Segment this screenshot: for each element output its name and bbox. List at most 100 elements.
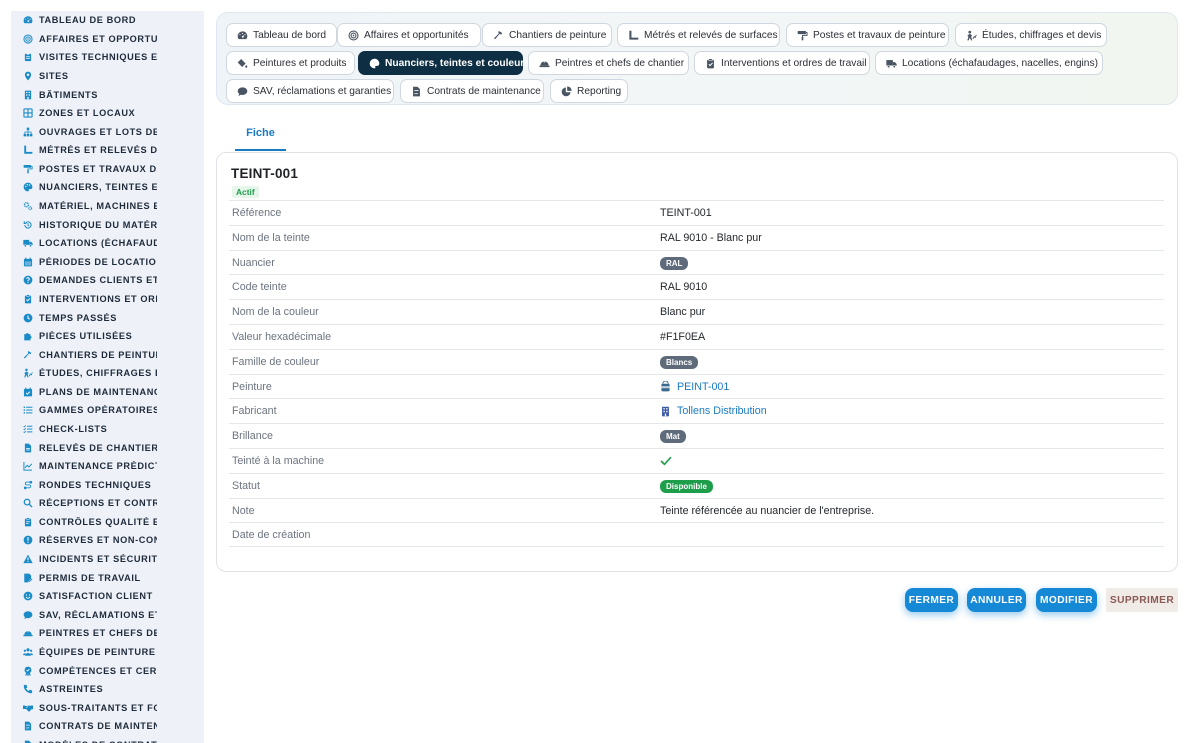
tab-locations-echafaudages-nacelles-engins[interactable]: Locations (échafaudages, nacelles, engin… — [875, 51, 1103, 75]
tab-label: Affaires et opportunités — [364, 29, 469, 41]
field-value: #F1F0EA — [660, 330, 706, 343]
sidebar-item-controles-qualite-et-essais[interactable]: Contrôles qualité et essais — [11, 513, 204, 532]
sidebar-item-label: Affaires et opportunités — [39, 33, 157, 44]
sidebar-item-affaires-et-opportunites[interactable]: Affaires et opportunités — [11, 30, 204, 49]
field-label: Référence — [232, 207, 282, 219]
sidebar-item-demandes-clients-et-interventions[interactable]: Demandes clients et interventions — [11, 271, 204, 290]
tab-affaires-et-opportunites[interactable]: Affaires et opportunités — [337, 23, 481, 47]
sidebar-item-label: Réserves et non-conformités — [39, 535, 157, 546]
sidebar-item-label: Check-lists — [39, 424, 108, 434]
sidebar-item-zones-et-locaux[interactable]: Zones et locaux — [11, 104, 204, 123]
field-label: Teinté à la machine — [232, 454, 325, 467]
sidebar-item-label: Bâtiments — [39, 89, 98, 100]
tab-label: Peintres et chefs de chantier — [555, 57, 685, 69]
sidebar-item-etudes-chiffrages-et-devis[interactable]: Études, chiffrages et devis — [11, 364, 204, 383]
sidebar-item-metres-et-releves-de-surfaces[interactable]: Métrés et relevés de surfaces — [11, 141, 204, 160]
helmet-icon — [23, 628, 33, 638]
tab-sav-reclamations-et-garanties[interactable]: SAV, réclamations et garanties — [226, 79, 394, 103]
sidebar-item-competences-et-certifications[interactable]: Compétences et certifications — [11, 661, 204, 680]
clipboard-icon — [23, 52, 33, 62]
sidebar-item-peintres-et-chefs-de-chantier[interactable]: Peintres et chefs de chantier — [11, 624, 204, 643]
field-label: Valeur hexadécimale — [232, 330, 332, 343]
sidebar-item-chantiers-de-peinture[interactable]: Chantiers de peinture — [11, 345, 204, 364]
sidebar-item-astreintes[interactable]: Astreintes — [11, 680, 204, 699]
tab-tableau-de-bord[interactable]: Tableau de bord — [226, 23, 337, 47]
field-value: Tollens Distribution — [660, 405, 767, 417]
sidebar-item-check-lists[interactable]: Check-lists — [11, 420, 204, 439]
sidebar-item-permis-de-travail[interactable]: Permis de travail — [11, 568, 204, 587]
sidebar-item-visites-techniques-et-diagnostics[interactable]: Visites techniques et diagnostics — [11, 48, 204, 67]
sidebar-item-label: Équipes de peinture — [39, 646, 156, 657]
sidebar-item-locations-echafaudages-nacelles-engins[interactable]: Locations (échafaudages, nacelles, engin… — [11, 234, 204, 253]
tab-nuanciers-teintes-et-couleurs[interactable]: Nuanciers, teintes et couleurs — [358, 51, 530, 75]
sidebar-item-satisfaction-client[interactable]: Satisfaction client — [11, 587, 204, 606]
sidebar-item-reserves-et-non-conformites[interactable]: Réserves et non-conformités — [11, 531, 204, 550]
sidebar-item-equipes-de-peinture[interactable]: Équipes de peinture — [11, 643, 204, 662]
tab-contrats-de-maintenance[interactable]: Contrats de maintenance — [400, 79, 544, 103]
sidebar-item-ouvrages-et-lots-de-travaux[interactable]: Ouvrages et lots de travaux — [11, 122, 204, 141]
sidebar-item-periodes-de-location[interactable]: Périodes de location — [11, 253, 204, 272]
tab-metres-et-releves-de-surfaces[interactable]: Métrés et relevés de surfaces — [617, 23, 780, 47]
tab-postes-et-travaux-de-peinture[interactable]: Postes et travaux de peinture — [786, 23, 949, 47]
sidebar-item-maintenance-predictive[interactable]: Maintenance prédictive — [11, 457, 204, 476]
field-row-nom-de-la-couleur: Nom de la couleur Blanc pur — [229, 299, 1164, 324]
related-record-link[interactable]: PEINT-001 — [660, 381, 729, 393]
sidebar-item-interventions-et-ordres-de-travail[interactable]: Interventions et ordres de travail — [11, 290, 204, 309]
field-row-statut: Statut Disponible — [229, 472, 1164, 498]
sidebar-item-temps-passes[interactable]: Temps passés — [11, 308, 204, 327]
building-icon — [660, 406, 671, 417]
sidebar-item-gammes-operatoires[interactable]: Gammes opératoires — [11, 401, 204, 420]
related-record-link[interactable]: Tollens Distribution — [660, 405, 767, 417]
pie-chart-icon — [561, 85, 572, 97]
tab-peintres-et-chefs-de-chantier[interactable]: Peintres et chefs de chantier — [528, 51, 689, 75]
sidebar-item-sous-traitants-et-fournisseurs[interactable]: Sous-traitants et fournisseurs — [11, 698, 204, 717]
sidebar-item-pieces-utilisees[interactable]: Pièces utilisées — [11, 327, 204, 346]
sidebar-item-contrats-de-maintenance[interactable]: Contrats de maintenance — [11, 717, 204, 736]
sidebar-item-label: Nuanciers, teintes et couleurs — [39, 182, 157, 193]
tab-chantiers-de-peinture[interactable]: Chantiers de peinture — [482, 23, 612, 47]
smile-icon — [23, 591, 33, 601]
sidebar-item-receptions-et-controles[interactable]: Réceptions et contrôles — [11, 494, 204, 513]
delete-button[interactable]: Supprimer — [1106, 588, 1178, 612]
tab-etudes-chiffrages-et-devis[interactable]: Études, chiffrages et devis — [955, 23, 1107, 47]
sidebar-item-plans-de-maintenance[interactable]: Plans de maintenance — [11, 383, 204, 402]
sidebar-item-label: Postes et travaux de peinture — [39, 163, 157, 174]
sidebar-item-label: Temps passés — [39, 312, 117, 323]
sidebar-item-sav-reclamations-et-garanties[interactable]: SAV, réclamations et garanties — [11, 606, 204, 625]
sidebar-item-label: Zones et locaux — [39, 108, 136, 119]
sidebar-item-label: Périodes de location — [39, 256, 157, 267]
sidebar-item-label: Incidents et sécurité — [39, 554, 157, 565]
sidebar-item-label: Réceptions et contrôles — [39, 498, 157, 509]
tab-interventions-et-ordres-de-travail[interactable]: Interventions et ordres de travail — [694, 51, 870, 75]
close-button[interactable]: Fermer — [905, 588, 958, 612]
sidebar-item-sites[interactable]: Sites — [11, 67, 204, 86]
puzzle-icon — [23, 331, 33, 341]
route-icon — [23, 480, 33, 490]
cancel-button[interactable]: Annuler — [967, 588, 1026, 612]
sidebar-item-tableau-de-bord[interactable]: Tableau de bord — [11, 11, 204, 30]
tab-fiche[interactable]: Fiche — [235, 121, 286, 151]
sidebar-item-rondes-techniques[interactable]: Rondes techniques — [11, 475, 204, 494]
sidebar-item-postes-et-travaux-de-peinture[interactable]: Postes et travaux de peinture — [11, 160, 204, 179]
sidebar-item-incidents-et-securite[interactable]: Incidents et sécurité — [11, 550, 204, 569]
sidebar-item-historique-du-materiel[interactable]: Historique du matériel — [11, 215, 204, 234]
sidebar-item-modeles-de-contrats[interactable]: Modèles de contrats — [11, 736, 204, 743]
sidebar-item-label: Locations (échafaudages, nacelles, engin… — [39, 238, 157, 249]
clipboard-check-icon — [23, 294, 33, 304]
sidebar-item-label: Demandes clients et interventions — [39, 275, 157, 286]
truck-icon — [886, 58, 897, 69]
palette-icon — [369, 58, 380, 69]
tab-peintures-et-produits[interactable]: Peintures et produits — [226, 51, 355, 75]
tab-label: Chantiers de peinture — [509, 29, 607, 41]
line-chart-icon — [23, 461, 33, 471]
tab-label: Peintures et produits — [253, 57, 347, 69]
sidebar-item-materiel-machines-et-equipements[interactable]: Matériel, machines et équipements — [11, 197, 204, 216]
sidebar-item-releves-de-chantier[interactable]: Relevés de chantier — [11, 438, 204, 457]
sidebar-item-batiments[interactable]: Bâtiments — [11, 85, 204, 104]
edit-button[interactable]: Modifier — [1036, 588, 1097, 612]
target-icon — [23, 34, 33, 44]
tab-reporting[interactable]: Reporting — [550, 79, 628, 103]
sidebar-item-nuanciers-teintes-et-couleurs[interactable]: Nuanciers, teintes et couleurs — [11, 178, 204, 197]
tab-label: Postes et travaux de peinture — [813, 29, 946, 41]
field-row-teinte-a-la-machine: Teinté à la machine — [229, 447, 1164, 473]
